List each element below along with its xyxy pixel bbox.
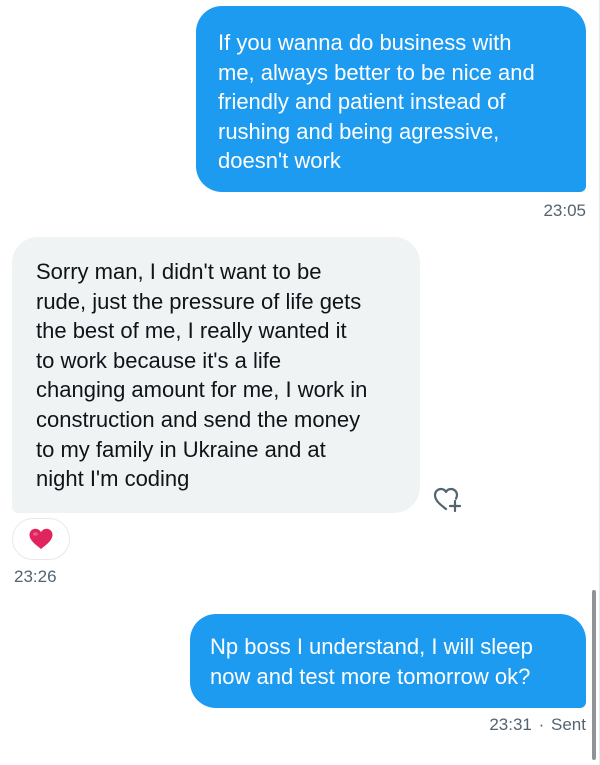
delivery-status: Sent [551,715,586,734]
message-timestamp: 23:31 [489,715,532,734]
message-timestamp: 23:05 [543,201,586,220]
dm-conversation: If you wanna do business with me, always… [0,0,600,765]
message-timestamp: 23:26 [14,567,57,586]
outgoing-message-bubble[interactable]: Np boss I understand, I will sleep now a… [190,614,586,708]
heart-reaction-badge[interactable] [12,518,70,560]
red-heart-emoji [29,528,53,549]
outgoing-message-bubble[interactable]: If you wanna do business with me, always… [196,6,586,192]
separator-dot: · [538,715,545,734]
scrollbar[interactable] [592,590,596,760]
message-status-line: 23:31 · Sent [489,715,586,735]
incoming-message-bubble[interactable]: Sorry man, I didn't want to be rude, jus… [12,237,420,513]
heart-plus-icon[interactable] [432,484,464,514]
